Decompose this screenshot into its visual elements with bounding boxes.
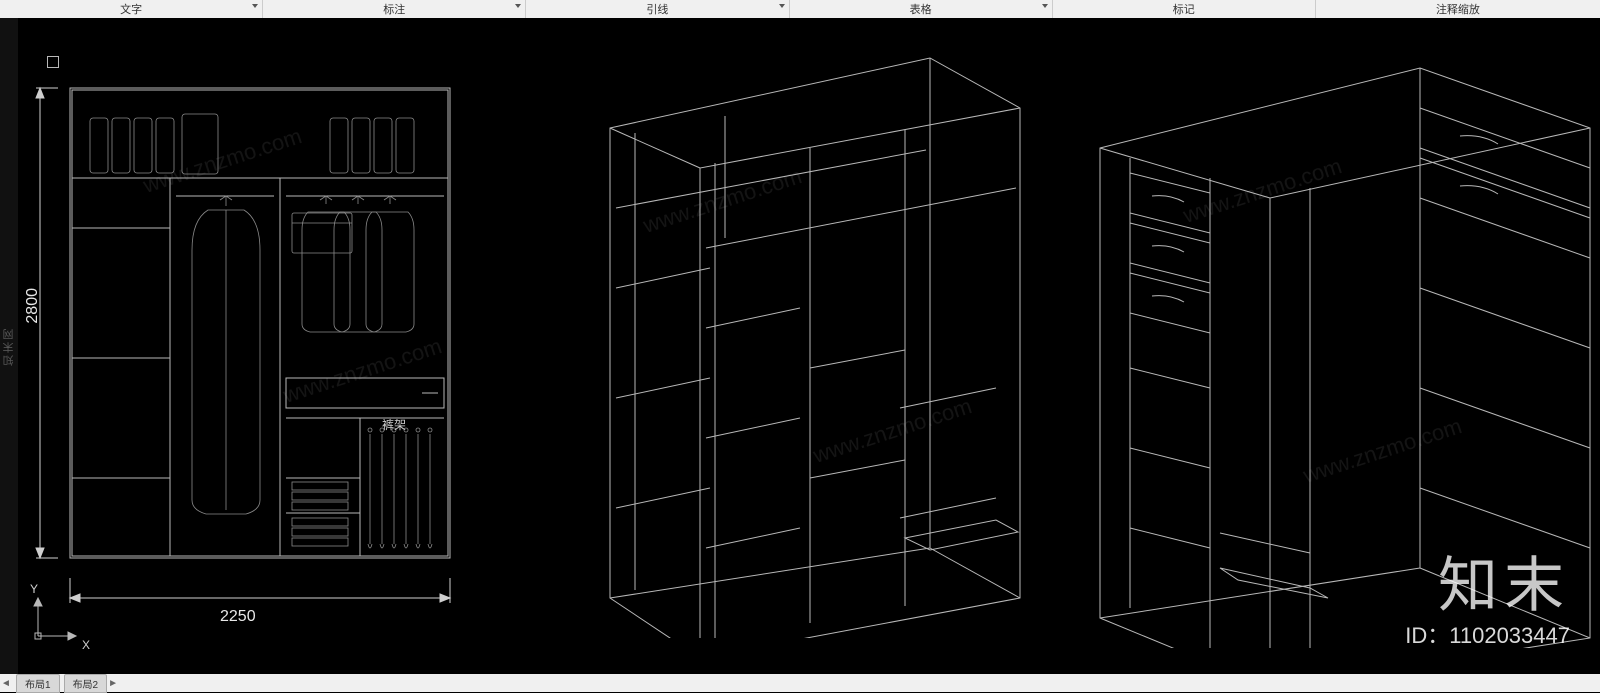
ucs-icon [26,588,86,648]
dimension-height: 2800 [24,288,42,324]
chevron-down-icon[interactable] [252,4,258,8]
panel-label: 引线 [646,1,668,17]
chevron-down-icon[interactable] [1042,4,1048,8]
layout-tab-2[interactable]: 布局2 [64,674,108,693]
panel-label: 注释缩放 [1436,1,1480,17]
dimension-width: 2250 [220,608,256,626]
panel-anno-scale[interactable]: 注释缩放 [1316,0,1600,18]
left-watermark-strip: 知末网 [0,18,18,674]
label-pants-rack: 裤架 [382,416,406,433]
panel-label: 文字 [120,1,142,17]
panel-label: 标记 [1173,1,1195,17]
panel-dimension[interactable]: 标注 [263,0,526,18]
layout-tab-1[interactable]: 布局1 [16,674,60,693]
model-viewport[interactable]: 知末网 www.znzmo.com www.znzmo.com www.znzm… [0,18,1600,674]
panel-label: 标注 [383,1,405,17]
panel-text[interactable]: 文字 [0,0,263,18]
wardrobe-elevation-2d [30,58,510,638]
panel-tables[interactable]: 表格 [790,0,1053,18]
panel-leaders[interactable]: 引线 [526,0,789,18]
panel-markup[interactable]: 标记 [1053,0,1316,18]
brand-watermark: 知末 [1438,537,1570,624]
ribbon-panels: 文字 标注 引线 表格 标记 注释缩放 [0,0,1600,18]
brand-id-watermark: ID：1102033447 [1405,618,1570,650]
tab-scroll-left-icon[interactable]: ◄ [0,678,12,689]
tab-scroll-right-icon[interactable]: ► [107,678,119,689]
ucs-y-label: Y [30,582,38,596]
wardrobe-iso-open [500,38,1060,638]
layout-tab-bar: ◄ 布局1 布局2 ► [0,674,1600,692]
panel-label: 表格 [910,1,932,17]
chevron-down-icon[interactable] [515,4,521,8]
left-watermark-text: 知末网 [1,327,17,366]
ucs-x-label: X [82,638,90,652]
chevron-down-icon[interactable] [779,4,785,8]
